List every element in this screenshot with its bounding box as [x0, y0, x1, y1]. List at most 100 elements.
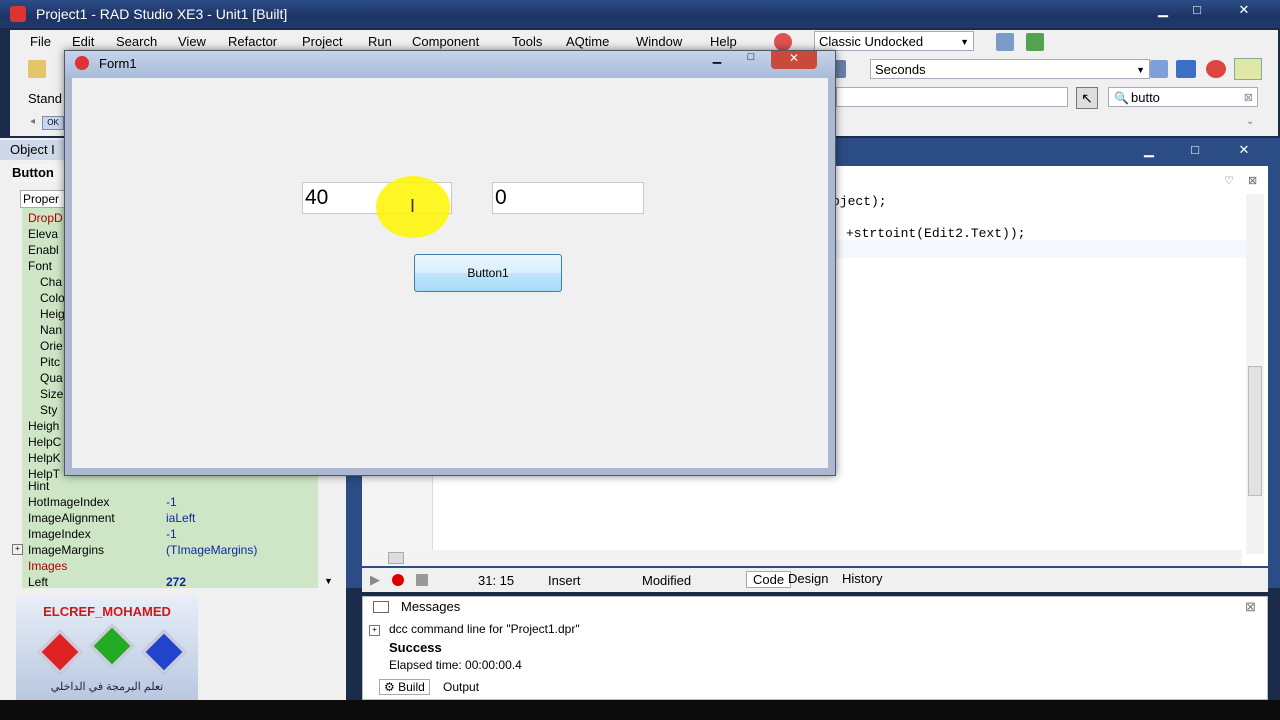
- tab-code[interactable]: Code: [746, 571, 792, 588]
- menu-file[interactable]: File: [30, 34, 51, 49]
- property-name[interactable]: ImageAlignment: [28, 510, 115, 526]
- taskbar-edge: [0, 700, 1280, 720]
- play-icon[interactable]: ▶: [370, 572, 380, 588]
- property-name[interactable]: Hint: [28, 478, 49, 494]
- build-icon: ⚙: [384, 680, 395, 694]
- expand-plus-icon[interactable]: +: [369, 625, 380, 636]
- property-value[interactable]: (TImageMargins): [166, 542, 257, 558]
- hscroll-thumb[interactable]: [388, 552, 404, 564]
- structure-icon[interactable]: [1176, 60, 1196, 78]
- form1-title-bar: Form1 ▁ □ ✕: [65, 51, 835, 77]
- set-debug-desktop-icon[interactable]: [1026, 33, 1044, 51]
- menu-window[interactable]: Window: [636, 34, 682, 49]
- expand-chevron-icon[interactable]: ⌄: [1246, 116, 1254, 127]
- property-name[interactable]: Enabl: [28, 242, 59, 258]
- form-maximize-icon[interactable]: □: [737, 51, 765, 69]
- menu-help[interactable]: Help: [710, 34, 737, 49]
- scroll-left-icon[interactable]: ◂: [30, 116, 35, 127]
- standard-toolbar-label: Stand: [28, 91, 62, 106]
- standard-toolbar-combo[interactable]: Stand: [24, 89, 68, 109]
- messages-close-icon[interactable]: ⊠: [1245, 599, 1256, 615]
- property-name[interactable]: ImageMargins: [28, 542, 104, 558]
- form-minimize-icon[interactable]: ▁: [703, 51, 731, 69]
- menu-project[interactable]: Project: [302, 34, 342, 49]
- property-name[interactable]: Left: [28, 574, 48, 590]
- form-close-icon[interactable]: ✕: [771, 51, 817, 69]
- stop-icon[interactable]: [416, 574, 428, 586]
- editor-minimize-icon[interactable]: ▁: [1134, 140, 1164, 162]
- property-name[interactable]: Images: [28, 558, 67, 574]
- property-name[interactable]: Eleva: [28, 226, 58, 242]
- menu-edit[interactable]: Edit: [72, 34, 94, 49]
- minimize-icon[interactable]: ▁: [1148, 0, 1178, 22]
- expand-plus-icon[interactable]: +: [12, 544, 23, 555]
- property-value[interactable]: -1: [166, 526, 177, 542]
- property-name[interactable]: Heigh: [28, 418, 59, 434]
- palette-filter[interactable]: [836, 87, 1068, 107]
- property-value[interactable]: -1: [166, 494, 177, 510]
- search-input[interactable]: 🔍 butto ⊠: [1108, 87, 1258, 107]
- button1[interactable]: Button1: [414, 254, 562, 292]
- menu-component[interactable]: Component: [412, 34, 479, 49]
- grid-icon[interactable]: [1150, 60, 1168, 78]
- property-name[interactable]: Nan: [40, 322, 62, 338]
- modified-state: Modified: [642, 573, 692, 588]
- editor-status-bar: ▶ 31: 15 Insert Modified Code Design His…: [362, 568, 1268, 592]
- scroll-down-icon[interactable]: ▼: [324, 576, 333, 586]
- record-icon[interactable]: [392, 574, 404, 586]
- property-name[interactable]: Orie: [40, 338, 63, 354]
- close-icon[interactable]: ✕: [1224, 0, 1264, 22]
- select-pointer-icon[interactable]: ↖: [1076, 87, 1098, 109]
- menu-search[interactable]: Search: [116, 34, 157, 49]
- tab-output[interactable]: Output: [443, 680, 479, 694]
- tab-history[interactable]: History: [842, 571, 882, 586]
- property-name[interactable]: HelpC: [28, 434, 61, 450]
- timer-combo-value: Seconds: [875, 62, 926, 77]
- property-name[interactable]: HotImageIndex: [28, 494, 109, 510]
- tool-palette-icon[interactable]: [1234, 58, 1262, 80]
- palette-icon[interactable]: [1206, 60, 1226, 78]
- scroll-thumb[interactable]: [1248, 366, 1262, 496]
- property-name[interactable]: Heig: [40, 306, 65, 322]
- tab-build[interactable]: ⚙ Build: [379, 679, 430, 695]
- property-value[interactable]: iaLeft: [166, 510, 195, 526]
- property-name[interactable]: DropD: [28, 210, 63, 226]
- help-icon[interactable]: [774, 33, 792, 51]
- property-name[interactable]: Qua: [40, 370, 63, 386]
- menu-view[interactable]: View: [178, 34, 206, 49]
- edit2-input[interactable]: 0: [492, 182, 644, 214]
- vertical-scrollbar[interactable]: [1246, 194, 1264, 554]
- timer-combo[interactable]: Seconds ▼: [870, 59, 1150, 79]
- menu-refactor[interactable]: Refactor: [228, 34, 277, 49]
- maximize-icon[interactable]: □: [1182, 0, 1212, 22]
- clear-search-icon[interactable]: ⊠: [1244, 88, 1253, 108]
- property-name[interactable]: Pitc: [40, 354, 60, 370]
- desktop-save-icon[interactable]: [996, 33, 1014, 51]
- close-tab-icon[interactable]: ⊠: [1248, 174, 1257, 187]
- property-name[interactable]: Font: [28, 258, 52, 274]
- property-name[interactable]: HelpK: [28, 450, 61, 466]
- property-name[interactable]: Cha: [40, 274, 62, 290]
- horizontal-scrollbar[interactable]: [362, 550, 1242, 566]
- ok-component-icon[interactable]: OK: [42, 116, 64, 130]
- editor-maximize-icon[interactable]: □: [1180, 140, 1210, 162]
- menu-tools[interactable]: Tools: [512, 34, 542, 49]
- tab-design[interactable]: Design: [788, 571, 828, 586]
- property-value[interactable]: 272: [166, 574, 186, 590]
- chevron-down-icon: ▼: [1136, 65, 1145, 75]
- property-name[interactable]: ImageIndex: [28, 526, 91, 542]
- watermark-logo: ELCREF_MOHAMED تعلم البرمجة في الداخلي: [16, 596, 198, 700]
- menu-run[interactable]: Run: [368, 34, 392, 49]
- form-title: Form1: [99, 56, 137, 71]
- collapse-icon[interactable]: ♡: [1224, 174, 1234, 187]
- new-items-icon[interactable]: [28, 60, 46, 78]
- object-selector[interactable]: Button: [12, 164, 66, 182]
- layout-combo[interactable]: Classic Undocked ▼: [814, 31, 974, 51]
- menu-aqtime[interactable]: AQtime: [566, 34, 609, 49]
- blue-cube-icon: [141, 629, 187, 675]
- tab-properties[interactable]: Proper: [20, 190, 70, 208]
- property-name[interactable]: Sty: [40, 402, 57, 418]
- property-name[interactable]: Colo: [40, 290, 65, 306]
- editor-close-icon[interactable]: ✕: [1224, 140, 1264, 162]
- property-name[interactable]: Size: [40, 386, 63, 402]
